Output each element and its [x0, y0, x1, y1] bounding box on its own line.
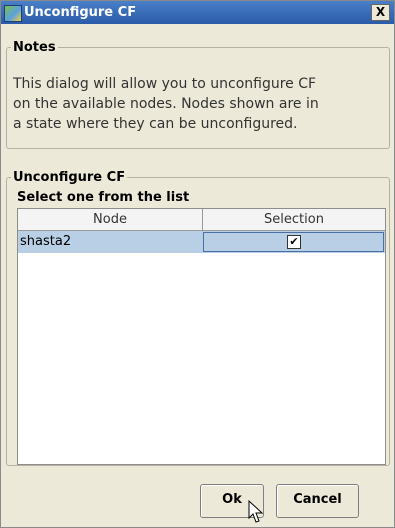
table-header: Node Selection — [18, 209, 385, 231]
mouse-cursor-icon — [248, 500, 264, 523]
node-table[interactable]: Node Selection shasta2 ✔ — [17, 208, 386, 465]
notes-line: on the available nodes. Nodes shown are … — [13, 96, 319, 112]
window-title: Unconfigure CF — [24, 5, 137, 20]
select-label: Select one from the list — [17, 190, 190, 205]
cancel-button[interactable]: Cancel — [276, 484, 359, 518]
selection-checkbox[interactable]: ✔ — [287, 235, 301, 249]
app-icon — [4, 5, 22, 22]
notes-legend: Notes — [13, 40, 56, 55]
table-row[interactable]: shasta2 ✔ — [18, 231, 385, 253]
notes-line: a state where they can be unconfigured. — [13, 116, 298, 132]
close-button[interactable]: X — [371, 4, 390, 21]
notes-text: This dialog will allow you to unconfigur… — [13, 74, 373, 134]
column-header-node[interactable]: Node — [18, 209, 203, 230]
node-cell[interactable]: shasta2 — [20, 231, 71, 253]
checkmark-icon: ✔ — [289, 235, 299, 248]
notes-line: This dialog will allow you to unconfigur… — [13, 76, 317, 92]
column-header-selection[interactable]: Selection — [203, 209, 385, 230]
selection-cell[interactable]: ✔ — [203, 232, 384, 252]
title-bar[interactable]: Unconfigure CF X — [1, 1, 394, 24]
unconfigure-legend: Unconfigure CF — [13, 170, 126, 185]
